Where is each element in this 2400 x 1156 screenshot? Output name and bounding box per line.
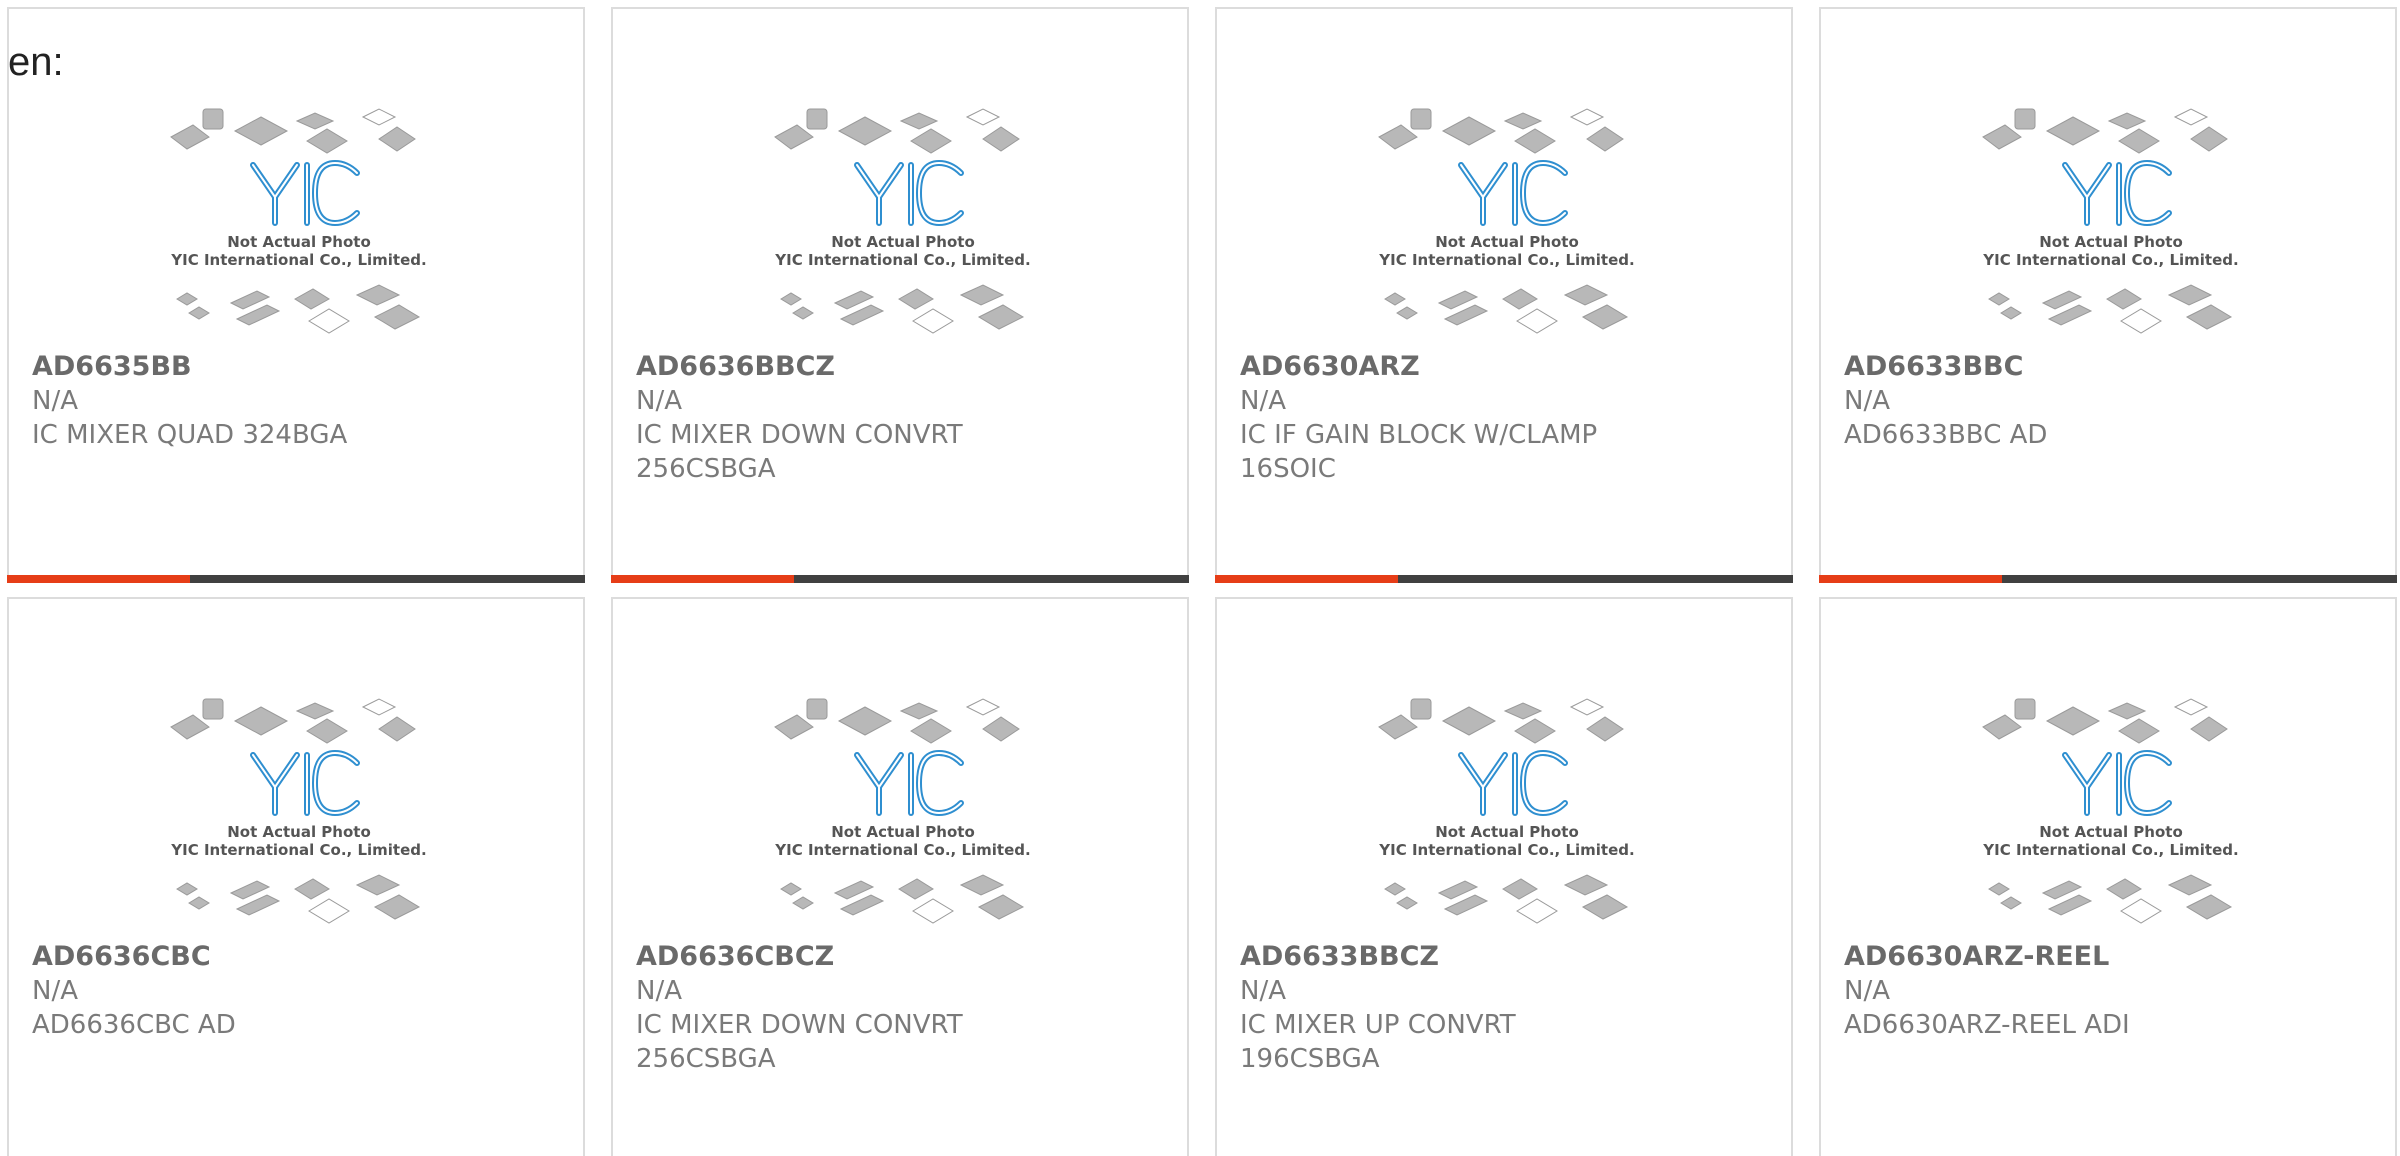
not-actual-photo-image: Not Actual Photo YIC International Co., … [774,108,1031,334]
card-accent-bar [1215,575,1398,583]
svg-text:Not Actual Photo: Not Actual Photo [1435,233,1579,251]
svg-text:Not Actual Photo: Not Actual Photo [2039,823,2183,841]
manufacturer: N/A [1844,386,1890,416]
not-actual-photo-image: Not Actual Photo YIC International Co., … [170,108,427,334]
description: AD6633BBC AD [1844,420,2048,450]
language-label: en: [8,40,64,84]
svg-text:Not Actual Photo: Not Actual Photo [1435,823,1579,841]
svg-text:Not Actual Photo: Not Actual Photo [831,823,975,841]
manufacturer: N/A [32,386,78,416]
svg-text:YIC International Co., Limited: YIC International Co., Limited. [774,251,1030,269]
part-number[interactable]: AD6630ARZ-REEL [1844,940,2375,974]
product-card[interactable]: Not Actual Photo YIC International Co., … [1819,597,2397,1156]
product-info: AD6636BBCZ N/A IC MIXER DOWN CONVRT 256C… [636,350,1167,486]
product-info: AD6635BB N/A IC MIXER QUAD 324BGA [32,350,563,452]
manufacturer: N/A [636,976,682,1006]
product-info: AD6636CBC N/A AD6636CBC AD [32,940,563,1042]
not-actual-photo-image: Not Actual Photo YIC International Co., … [1378,698,1635,924]
product-info: AD6633BBCZ N/A IC MIXER UP CONVRT 196CSB… [1240,940,1771,1076]
description: IC MIXER DOWN CONVRT 256CSBGA [636,420,963,484]
description: IC MIXER UP CONVRT 196CSBGA [1240,1010,1516,1074]
svg-text:YIC International Co., Limited: YIC International Co., Limited. [170,251,426,269]
product-card[interactable]: Not Actual Photo YIC International Co., … [7,597,585,1156]
svg-text:YIC International Co., Limited: YIC International Co., Limited. [774,841,1030,859]
description: AD6636CBC AD [32,1010,236,1040]
description: IC MIXER QUAD 324BGA [32,420,348,450]
not-actual-photo-image: Not Actual Photo YIC International Co., … [1982,698,2239,924]
product-info: AD6630ARZ-REEL N/A AD6630ARZ-REEL ADI [1844,940,2375,1042]
manufacturer: N/A [1844,976,1890,1006]
part-number[interactable]: AD6636BBCZ [636,350,1167,384]
product-card[interactable]: Not Actual Photo YIC International Co., … [1819,7,2397,583]
product-card[interactable]: Not Actual Photo YIC International Co., … [1215,7,1793,583]
not-actual-photo-image: Not Actual Photo YIC International Co., … [774,698,1031,924]
svg-text:YIC International Co., Limited: YIC International Co., Limited. [170,841,426,859]
not-actual-photo-image: Not Actual Photo YIC International Co., … [1982,108,2239,334]
product-card[interactable]: Not Actual Photo YIC International Co., … [7,7,585,583]
part-number[interactable]: AD6636CBCZ [636,940,1167,974]
svg-text:YIC International Co., Limited: YIC International Co., Limited. [1378,251,1634,269]
card-accent-bar [611,575,794,583]
svg-text:Not Actual Photo: Not Actual Photo [2039,233,2183,251]
part-number[interactable]: AD6630ARZ [1240,350,1771,384]
card-bottom-bar [611,575,1189,583]
manufacturer: N/A [32,976,78,1006]
part-number[interactable]: AD6633BBC [1844,350,2375,384]
not-actual-photo-image: Not Actual Photo YIC International Co., … [1378,108,1635,334]
card-bottom-bar [7,575,585,583]
not-actual-photo-image: Not Actual Photo YIC International Co., … [170,698,427,924]
part-number[interactable]: AD6636CBC [32,940,563,974]
product-info: AD6630ARZ N/A IC IF GAIN BLOCK W/CLAMP 1… [1240,350,1771,486]
description: AD6630ARZ-REEL ADI [1844,1010,2130,1040]
product-card[interactable]: Not Actual Photo YIC International Co., … [1215,597,1793,1156]
manufacturer: N/A [636,386,682,416]
card-bottom-bar [1819,575,2397,583]
manufacturer: N/A [1240,386,1286,416]
product-info: AD6633BBC N/A AD6633BBC AD [1844,350,2375,452]
svg-text:Not Actual Photo: Not Actual Photo [227,823,371,841]
product-card[interactable]: Not Actual Photo YIC International Co., … [611,597,1189,1156]
svg-text:Not Actual Photo: Not Actual Photo [831,233,975,251]
part-number[interactable]: AD6633BBCZ [1240,940,1771,974]
description: IC IF GAIN BLOCK W/CLAMP 16SOIC [1240,420,1598,484]
svg-text:Not Actual Photo: Not Actual Photo [227,233,371,251]
svg-text:YIC International Co., Limited: YIC International Co., Limited. [1982,841,2238,859]
card-accent-bar [1819,575,2002,583]
svg-text:YIC International Co., Limited: YIC International Co., Limited. [1982,251,2238,269]
manufacturer: N/A [1240,976,1286,1006]
description: IC MIXER DOWN CONVRT 256CSBGA [636,1010,963,1074]
card-bottom-bar [1215,575,1793,583]
part-number[interactable]: AD6635BB [32,350,563,384]
svg-text:YIC International Co., Limited: YIC International Co., Limited. [1378,841,1634,859]
card-accent-bar [7,575,190,583]
product-card[interactable]: Not Actual Photo YIC International Co., … [611,7,1189,583]
product-info: AD6636CBCZ N/A IC MIXER DOWN CONVRT 256C… [636,940,1167,1076]
